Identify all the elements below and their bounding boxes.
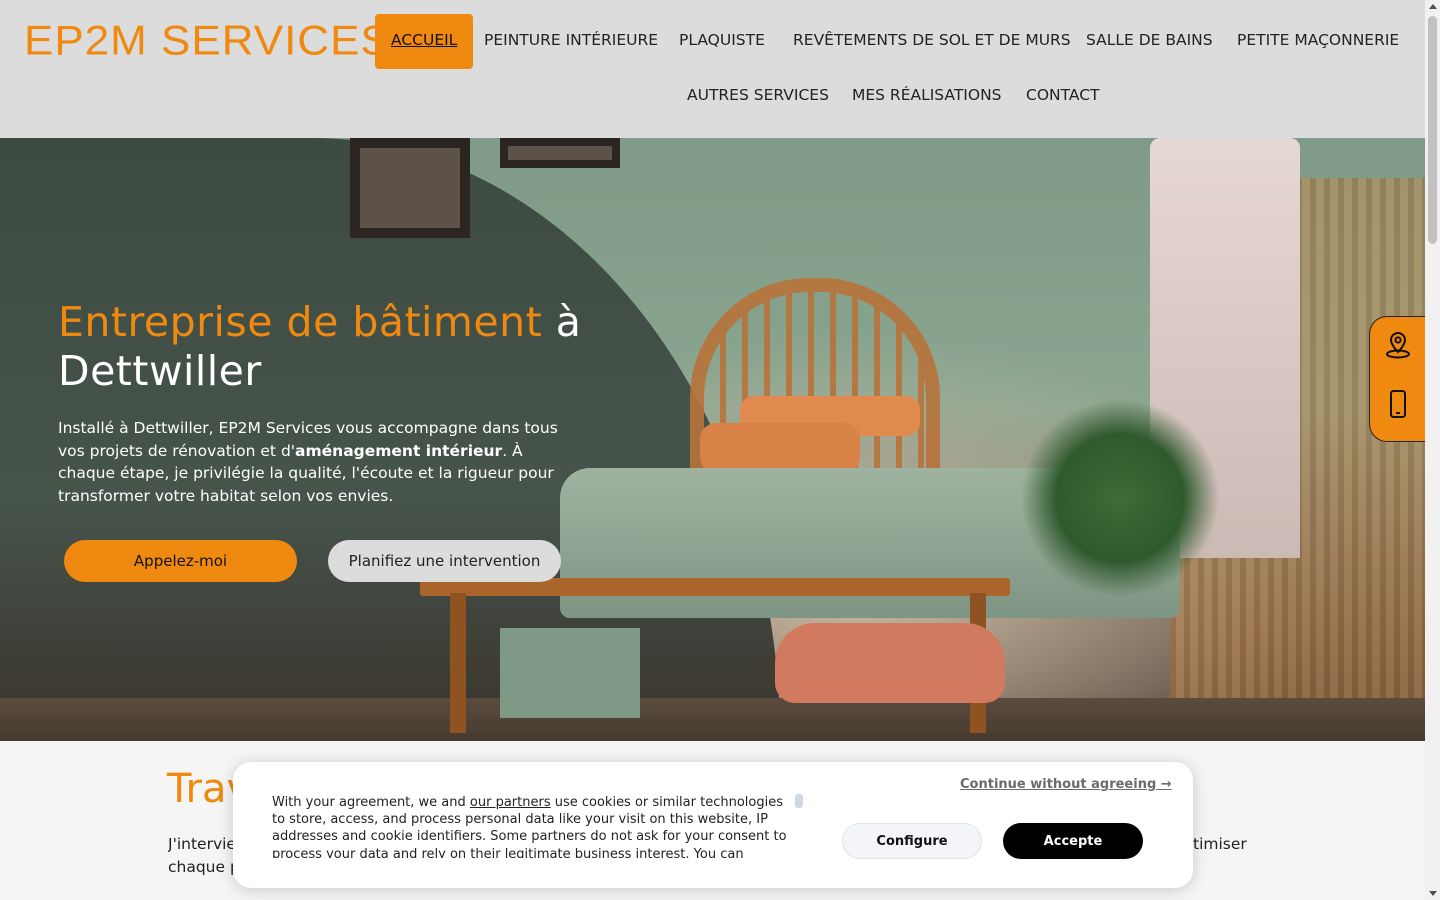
site-header: EP2M SERVICES ACCUEIL PEINTURE INTÉRIEUR… [0,0,1425,138]
nav-item-autres-services[interactable]: AUTRES SERVICES [687,86,829,104]
hero-picture-frame [500,138,620,168]
our-partners-link[interactable]: our partners [470,795,551,810]
nav-item-contact[interactable]: CONTACT [1026,86,1100,104]
nav-item-revetements[interactable]: REVÊTEMENTS DE SOL ET DE MURS [793,31,1071,49]
hero-box [500,628,640,718]
section-text: timiser [1193,835,1247,853]
hero-plant [1020,398,1220,598]
hero-title-city: Dettwiller [58,347,262,395]
hero-title: Entreprise de bâtiment à Dettwiller [58,298,618,396]
nav-item-accueil[interactable]: ACCUEIL [375,14,474,69]
scroll-up-arrow-icon[interactable] [1429,4,1437,9]
configure-button[interactable]: Configure [842,823,982,859]
hero-bench-leg [450,593,466,733]
accept-button[interactable]: Accepte [1003,823,1143,859]
nav-item-plaquiste[interactable]: PLAQUISTE [679,31,765,49]
scroll-thumb[interactable] [1428,16,1437,244]
side-contact-panel [1369,316,1425,442]
cookie-consent-banner: With your agreement, we and our partners… [233,762,1193,888]
nav-item-petite-maconnerie[interactable]: PETITE MAÇONNERIE [1237,31,1399,49]
nav-item-salle-de-bains[interactable]: SALLE DE BAINS [1086,31,1213,49]
scroll-down-arrow-icon[interactable] [1429,891,1437,896]
hero-text-bold: aménagement intérieur [295,441,503,460]
cookie-consent-text: With your agreement, we and our partners… [272,794,797,858]
site-logo[interactable]: EP2M SERVICES [24,17,391,65]
page-scrollbar[interactable] [1425,0,1440,900]
hero-picture-frame [350,138,470,238]
hero-floor [0,698,1425,741]
hero-floor-cushion [775,623,1005,703]
continue-without-agreeing-link[interactable]: Continue without agreeing → [960,777,1172,792]
location-pin-icon[interactable] [1384,330,1412,360]
hero-description: Installé à Dettwiller, EP2M Services vou… [58,417,578,508]
call-me-button[interactable]: Appelez-moi [64,540,297,582]
cookie-text-scrollbar[interactable] [795,794,803,808]
hero-title-accent: Entreprise de bâtiment [58,298,543,346]
section-text: chaque p [168,858,238,876]
hero-pillow [700,423,860,473]
cookie-text-part: With your agreement, we and [272,795,470,810]
hero-title-a: à [542,298,582,346]
nav-item-peinture-interieure[interactable]: PEINTURE INTÉRIEURE [484,31,658,49]
section-text: J'intervie [168,835,236,853]
nav-item-mes-realisations[interactable]: MES RÉALISATIONS [852,86,1002,104]
plan-intervention-button[interactable]: Planifiez une intervention [328,540,561,582]
smartphone-icon[interactable] [1384,389,1412,419]
hero-banner: Entreprise de bâtiment à Dettwiller Inst… [0,138,1425,741]
